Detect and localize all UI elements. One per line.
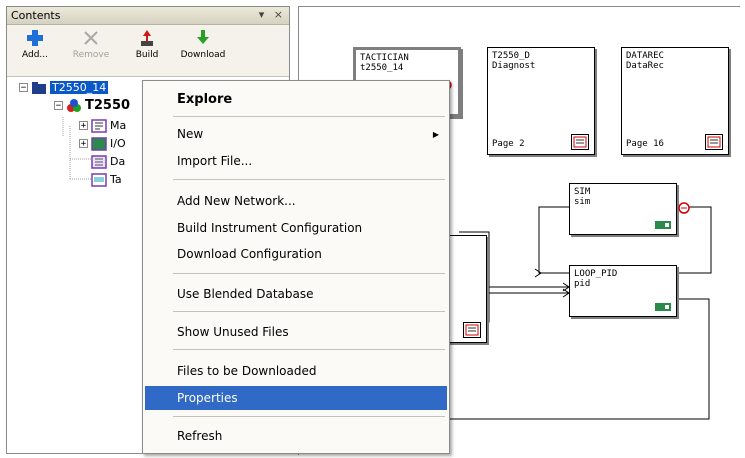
menu-item-label: Files to be Downloaded	[177, 364, 317, 378]
menu-item-label: Import File...	[177, 154, 253, 168]
block-loop-pid[interactable]: LOOP_PID pid	[569, 265, 677, 317]
block-datarec[interactable]: DATAREC DataRec Page 16	[621, 47, 729, 155]
download-icon	[197, 30, 209, 44]
menu-separator	[173, 273, 445, 274]
block-diagnostic-tag: Diagnost	[492, 61, 536, 71]
block-sim[interactable]: SIM sim	[569, 183, 690, 235]
panel-close-icon[interactable]: ×	[274, 8, 283, 21]
module-icon	[655, 221, 671, 229]
menu-item-label: Explore	[177, 91, 233, 107]
module-icon	[655, 303, 671, 311]
block-loop-pid-tag: pid	[574, 279, 591, 289]
menu-separator	[173, 116, 445, 117]
page-link-icon[interactable]	[571, 134, 589, 150]
download-button-label: Download	[180, 50, 226, 60]
block-diagnostic[interactable]: T2550_D Diagnost Page 2	[487, 47, 595, 155]
add-icon	[27, 30, 43, 46]
menu-separator	[173, 311, 445, 312]
menu-item-label: Refresh	[177, 429, 223, 443]
block-loop-pid-name: LOOP_PID	[574, 269, 618, 279]
block-diagnostic-page: Page 2	[492, 139, 525, 149]
menu-item-label: Properties	[177, 391, 238, 405]
block-sim-name: SIM	[574, 187, 591, 197]
block-sim-tag: sim	[574, 197, 591, 207]
remove-button[interactable]: Remove	[63, 28, 119, 60]
menu-separator	[173, 416, 445, 417]
add-button-label: Add...	[21, 50, 48, 60]
block-tactician-name: TACTICIAN	[360, 53, 409, 63]
block-datarec-tag: DataRec	[626, 61, 664, 71]
tree-lines	[62, 117, 93, 180]
contents-toolbar: Add... Remove Build Download	[7, 25, 289, 77]
menu-item-explore[interactable]: Explore	[145, 88, 447, 110]
menu-item-new[interactable]: New ▶	[145, 123, 447, 145]
menu-item-label: New	[177, 127, 204, 141]
menu-item-label: Use Blended Database	[177, 287, 314, 301]
submenu-arrow-icon: ▶	[432, 129, 439, 139]
menu-item-build-instrument-configuration[interactable]: Build Instrument Configuration	[145, 217, 447, 239]
panel-title: Contents	[11, 9, 61, 22]
context-menu: Explore New ▶ Import File... Add New Net…	[142, 80, 450, 454]
add-button[interactable]: Add...	[7, 28, 63, 60]
build-button-label: Build	[135, 50, 159, 60]
menu-separator	[173, 349, 445, 350]
build-icon	[141, 30, 153, 46]
block-diagnostic-name: T2550_D	[492, 51, 530, 61]
connector-icon	[678, 202, 690, 214]
download-button[interactable]: Download	[175, 28, 231, 60]
remove-button-label: Remove	[72, 50, 110, 60]
menu-separator	[173, 179, 445, 180]
menu-item-label: Add New Network...	[177, 194, 296, 208]
menu-item-label: Build Instrument Configuration	[177, 221, 363, 235]
remove-icon	[84, 31, 98, 45]
build-button[interactable]: Build	[119, 28, 175, 60]
menu-item-show-unused-files[interactable]: Show Unused Files	[145, 321, 447, 343]
block-datarec-page: Page 16	[626, 139, 664, 149]
page-link-icon[interactable]	[463, 322, 481, 338]
menu-item-use-blended-database[interactable]: Use Blended Database	[145, 283, 447, 305]
menu-item-properties[interactable]: Properties	[145, 386, 447, 410]
menu-item-label: Download Configuration	[177, 247, 322, 261]
menu-item-files-to-be-downloaded[interactable]: Files to be Downloaded	[145, 360, 447, 382]
panel-menu-icon[interactable]: ▾	[259, 8, 265, 21]
menu-item-label: Show Unused Files	[177, 325, 289, 339]
block-datarec-name: DATAREC	[626, 51, 664, 61]
menu-item-refresh[interactable]: Refresh	[145, 425, 447, 447]
menu-item-download-configuration[interactable]: Download Configuration	[145, 243, 447, 265]
menu-item-import-file[interactable]: Import File...	[145, 150, 447, 172]
block-tactician-tag: t2550_14	[360, 63, 404, 73]
page-link-icon[interactable]	[705, 134, 723, 150]
contents-panel-title-bar: Contents ▾ ×	[7, 7, 289, 25]
menu-item-add-new-network[interactable]: Add New Network...	[145, 190, 447, 212]
